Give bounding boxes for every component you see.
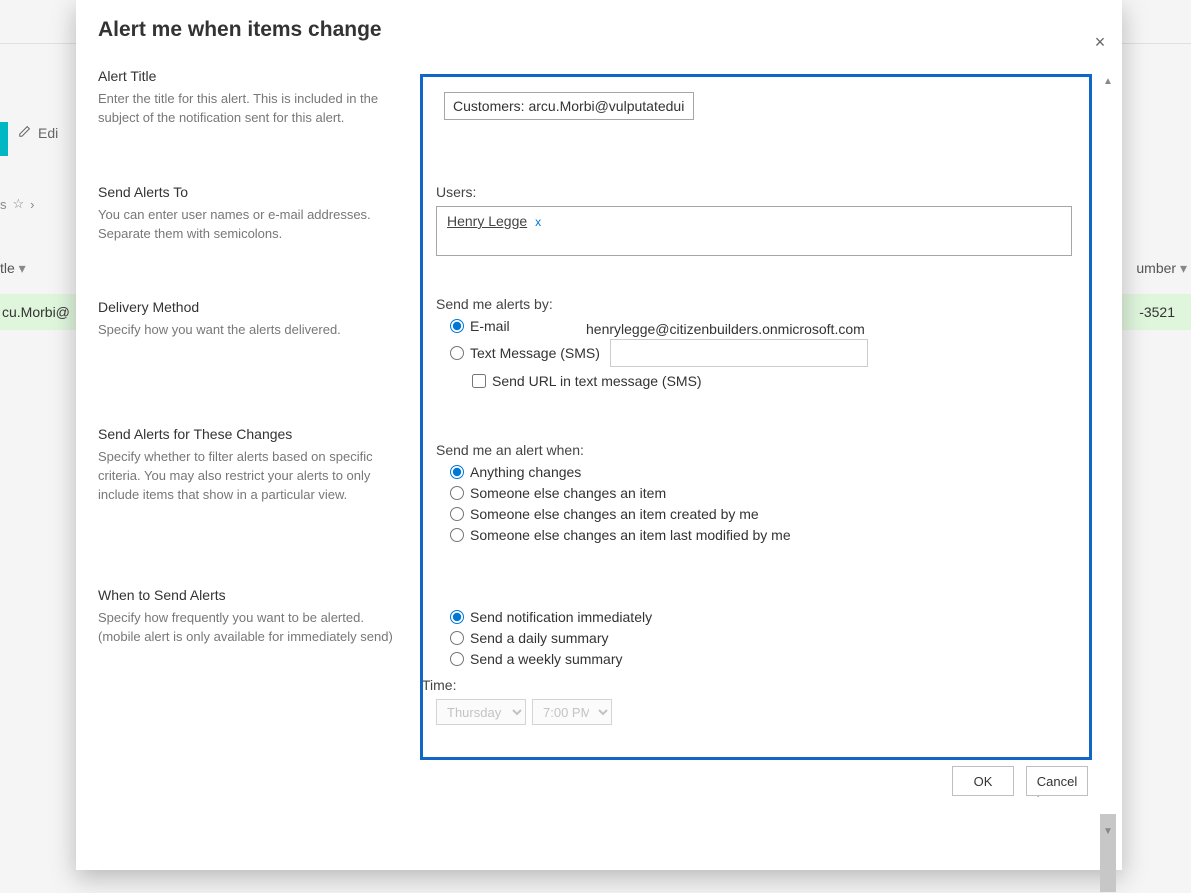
time-label: Time: <box>422 677 1076 693</box>
dialog-close-button[interactable]: × <box>1088 30 1112 54</box>
delivery-email-label: E-mail <box>470 318 510 334</box>
dialog-title: Alert me when items change <box>98 18 382 42</box>
section-when-heading: When to Send Alerts <box>98 587 398 603</box>
freq-opt-1-label: Send a daily summary <box>470 630 609 646</box>
when-opt-0-row[interactable]: Anything changes <box>450 464 1076 480</box>
when-opt-2-radio[interactable] <box>450 507 464 521</box>
when-opt-0-label: Anything changes <box>470 464 581 480</box>
background-column-number[interactable]: umber <box>1136 260 1187 277</box>
users-label: Users: <box>436 184 1076 200</box>
scrollbar[interactable]: ▲ ▼ <box>1100 74 1116 840</box>
when-opt-3-label: Someone else changes an item last modifi… <box>470 527 791 543</box>
freq-opt-2-radio[interactable] <box>450 652 464 666</box>
chevron-right-icon: › <box>30 197 34 212</box>
section-send-to-heading: Send Alerts To <box>98 184 398 200</box>
section-when-desc: Specify how frequently you want to be al… <box>98 609 398 647</box>
when-opt-3-radio[interactable] <box>450 528 464 542</box>
time-hour-select[interactable]: 7:00 PM <box>532 699 612 725</box>
send-by-label: Send me alerts by: <box>436 296 1076 312</box>
time-selects: Thursday 7:00 PM <box>436 699 1076 725</box>
sms-url-checkbox-row[interactable]: Send URL in text message (SMS) <box>472 373 1076 389</box>
ok-button[interactable]: OK <box>952 766 1014 796</box>
alert-dialog: Alert me when items change × Alert Title… <box>76 0 1122 870</box>
section-alert-title-heading: Alert Title <box>98 68 398 84</box>
section-send-to-desc: You can enter user names or e-mail addre… <box>98 206 398 244</box>
background-row-phone: -3521 <box>1139 304 1175 320</box>
when-opt-1-radio[interactable] <box>450 486 464 500</box>
freq-opt-1-radio[interactable] <box>450 631 464 645</box>
delivery-sms-radio-row[interactable]: Text Message (SMS) <box>450 339 1076 367</box>
sms-url-checkbox[interactable] <box>472 374 486 388</box>
scroll-down-button[interactable]: ▼ <box>1100 824 1116 840</box>
section-alert-title: Alert Title Enter the title for this ale… <box>98 68 398 128</box>
frequency-block: Send notification immediately Send a dai… <box>436 604 1076 725</box>
background-col-number-text: umber <box>1136 260 1187 276</box>
section-delivery: Delivery Method Specify how you want the… <box>98 299 398 340</box>
pencil-icon <box>18 124 32 141</box>
delivery-email-radio[interactable] <box>450 319 464 333</box>
cancel-button[interactable]: Cancel <box>1026 766 1088 796</box>
section-send-to: Send Alerts To You can enter user names … <box>98 184 398 244</box>
when-opt-2-row[interactable]: Someone else changes an item created by … <box>450 506 1076 522</box>
delivery-email-value: henrylegge@citizenbuilders.onmicrosoft.c… <box>586 321 865 337</box>
delivery-sms-label: Text Message (SMS) <box>470 345 600 361</box>
background-row-email: cu.Morbi@ <box>2 304 70 320</box>
alert-title-input[interactable] <box>444 92 694 120</box>
close-icon: × <box>1095 32 1106 53</box>
scroll-up-button[interactable]: ▲ <box>1100 74 1116 90</box>
delivery-sms-input[interactable] <box>610 339 868 367</box>
time-day-select[interactable]: Thursday <box>436 699 526 725</box>
when-opt-1-row[interactable]: Someone else changes an item <box>450 485 1076 501</box>
section-when: When to Send Alerts Specify how frequent… <box>98 587 398 647</box>
users-block: Users: Henry Legge x <box>436 184 1076 256</box>
user-token[interactable]: Henry Legge <box>447 213 527 229</box>
background-edit-button[interactable]: Edi <box>18 124 58 141</box>
freq-opt-0-row[interactable]: Send notification immediately <box>450 609 1076 625</box>
background-column-title[interactable]: tle <box>0 260 26 277</box>
when-opt-3-row[interactable]: Someone else changes an item last modifi… <box>450 527 1076 543</box>
section-changes-desc: Specify whether to filter alerts based o… <box>98 448 398 505</box>
section-delivery-desc: Specify how you want the alerts delivere… <box>98 321 398 340</box>
freq-opt-1-row[interactable]: Send a daily summary <box>450 630 1076 646</box>
background-col-title-text: tle <box>0 260 26 276</box>
background-edit-label: Edi <box>38 125 58 141</box>
sms-url-label: Send URL in text message (SMS) <box>492 373 702 389</box>
when-opt-2-label: Someone else changes an item created by … <box>470 506 759 522</box>
time-row: Time: Thursday 7:00 PM <box>436 677 1076 725</box>
star-icon: ☆ <box>13 196 25 212</box>
changes-block: Send me an alert when: Anything changes … <box>436 442 1076 548</box>
freq-opt-0-label: Send notification immediately <box>470 609 652 625</box>
freq-opt-2-row[interactable]: Send a weekly summary <box>450 651 1076 667</box>
delivery-sms-radio[interactable] <box>450 346 464 360</box>
users-input[interactable]: Henry Legge x <box>436 206 1072 256</box>
freq-opt-0-radio[interactable] <box>450 610 464 624</box>
alert-when-label: Send me an alert when: <box>436 442 1076 458</box>
dialog-left-column: Alert Title Enter the title for this ale… <box>98 74 398 702</box>
section-alert-title-desc: Enter the title for this alert. This is … <box>98 90 398 128</box>
background-breadcrumb-fragment: s <box>0 197 7 212</box>
section-delivery-heading: Delivery Method <box>98 299 398 315</box>
section-changes: Send Alerts for These Changes Specify wh… <box>98 426 398 505</box>
background-star-row: s ☆ › <box>0 196 35 212</box>
when-opt-0-radio[interactable] <box>450 465 464 479</box>
when-opt-1-label: Someone else changes an item <box>470 485 666 501</box>
background-accent-bar <box>0 122 8 156</box>
delivery-block: Send me alerts by: E-mail henrylegge@cit… <box>436 296 1076 389</box>
section-changes-heading: Send Alerts for These Changes <box>98 426 398 442</box>
user-token-remove[interactable]: x <box>535 215 541 229</box>
dialog-scroll-area: Alert Title Enter the title for this ale… <box>98 74 1104 840</box>
freq-opt-2-label: Send a weekly summary <box>470 651 623 667</box>
dialog-footer: OK Cancel <box>952 766 1088 796</box>
dialog-body: Alert Title Enter the title for this ale… <box>98 74 1104 840</box>
